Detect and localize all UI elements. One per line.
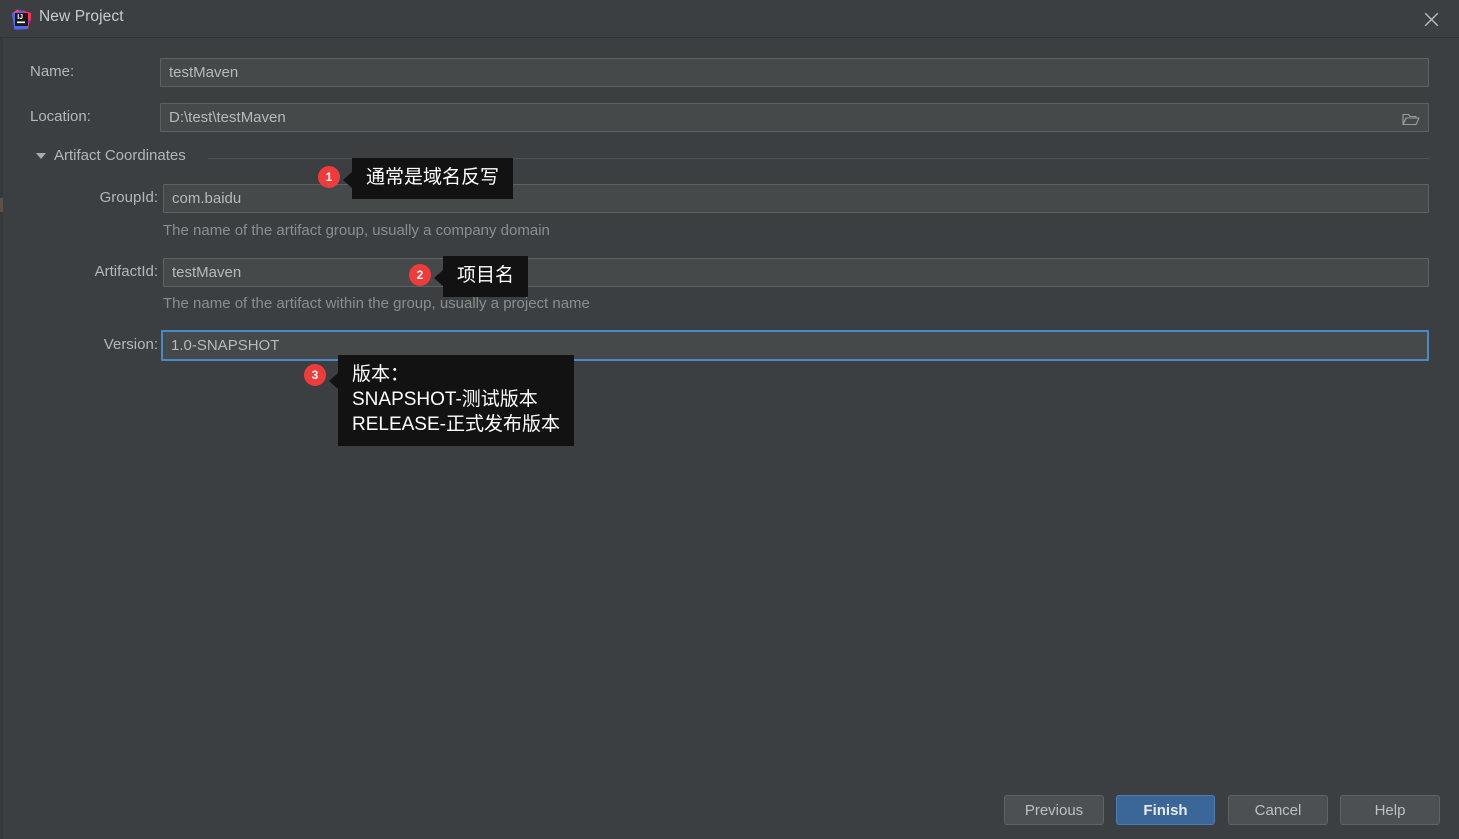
location-label: Location:: [30, 108, 91, 125]
annotation-badge-3: 3: [304, 364, 326, 386]
name-input-value: testMaven: [169, 64, 239, 81]
name-label: Name:: [30, 63, 75, 80]
window-title: New Project: [39, 8, 124, 25]
version-label: Version:: [103, 336, 158, 353]
annotation-badge-1: 1: [318, 166, 340, 188]
artifactid-helper-text: The name of the artifact within the grou…: [163, 295, 590, 312]
name-input[interactable]: testMaven: [160, 58, 1429, 87]
finish-button[interactable]: Finish: [1116, 795, 1215, 825]
location-input-value: D:\test\testMaven: [169, 109, 286, 126]
annotation-callout-3: 版本： SNAPSHOT-测试版本 RELEASE-正式发布版本: [329, 355, 574, 447]
title-bar: IJ New Project: [0, 0, 1459, 38]
close-icon[interactable]: [1403, 0, 1459, 38]
artifactid-input[interactable]: testMaven: [163, 258, 1429, 287]
groupid-label: GroupId:: [99, 189, 158, 206]
annotation-callout-2: 项目名: [433, 256, 529, 298]
previous-button[interactable]: Previous: [1004, 795, 1104, 825]
annotation-badge-2: 2: [409, 264, 431, 286]
version-input-value: 1.0-SNAPSHOT: [171, 337, 280, 354]
annotation-callout-1: 通常是域名反写: [342, 158, 514, 200]
artifactid-label: ArtifactId:: [94, 263, 158, 280]
help-button[interactable]: Help: [1340, 795, 1440, 825]
location-input[interactable]: D:\test\testMaven: [160, 103, 1429, 132]
cancel-button[interactable]: Cancel: [1228, 795, 1328, 825]
chevron-down-icon: [36, 152, 46, 159]
groupid-input-value: com.baidu: [172, 190, 242, 207]
intellij-idea-icon: IJ: [11, 9, 32, 30]
artifactid-input-value: testMaven: [172, 264, 242, 281]
artifact-coordinates-section-header[interactable]: Artifact Coordinates: [36, 147, 186, 164]
folder-icon[interactable]: [1396, 106, 1426, 131]
svg-text:IJ: IJ: [17, 14, 23, 21]
artifact-coordinates-title: Artifact Coordinates: [54, 147, 186, 164]
new-project-form: Name: testMaven Location: D:\test\testMa…: [0, 38, 1459, 778]
groupid-helper-text: The name of the artifact group, usually …: [163, 222, 550, 239]
